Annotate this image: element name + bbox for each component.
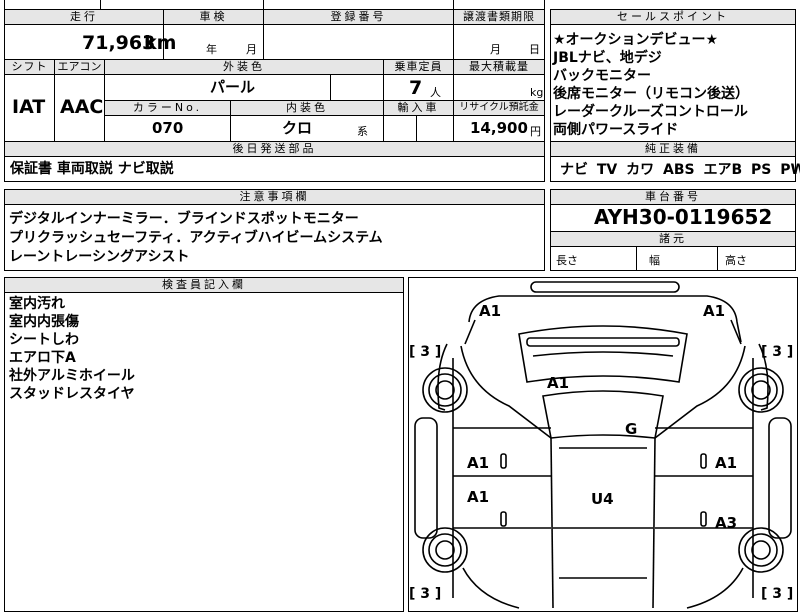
- sales-points-header: セールスポイント: [550, 9, 796, 25]
- transfer-month-unit: 月: [490, 43, 501, 56]
- shift-header: シフト: [4, 59, 55, 75]
- capacity-value: 7: [409, 77, 423, 99]
- capacity-header: 乗車定員: [383, 59, 454, 75]
- inspector-box: 室内汚れ 室内内張傷 シートしわ エアロ下A 社外アルミホイール スタッドレスタ…: [4, 292, 404, 612]
- inspector-line: 室内汚れ: [9, 296, 65, 312]
- interior-color-suffix: 系: [357, 125, 368, 138]
- aircon-header: エアコン: [54, 59, 105, 75]
- mark-front-left: A1: [479, 302, 501, 320]
- mark-left-front-door: A1: [467, 454, 489, 472]
- mark-right-front-door: A1: [715, 454, 737, 472]
- inspector-line: シートしわ: [9, 332, 79, 348]
- exterior-color-header: 外装色: [104, 59, 384, 75]
- interior-color-value: クロ: [282, 119, 313, 137]
- sales-point-line: バックモニター: [553, 68, 651, 84]
- note-line: レーントレーシングアシスト: [9, 249, 190, 265]
- aircon-value: AAC: [60, 96, 104, 118]
- mark-hood: A1: [547, 374, 569, 392]
- mileage-header: 走行: [4, 9, 164, 25]
- max-load-unit: kg: [530, 86, 544, 99]
- note-line: プリクラッシュセーフティ．アクティブハイビームシステム: [9, 230, 383, 246]
- specs-width-label: 幅: [649, 254, 660, 267]
- inspection-month-unit: 月: [246, 43, 257, 56]
- sales-points-box: ★オークションデビュー★ JBLナビ、地デジ バックモニター 後席モニター（リモ…: [550, 24, 796, 142]
- chassis-header: 車台番号: [550, 189, 796, 205]
- specs-box: [550, 246, 796, 271]
- equipment-header: 純正装備: [550, 141, 796, 157]
- color-no-header: カラーNo.: [104, 100, 231, 116]
- inspector-header: 検査員記入欄: [4, 277, 404, 293]
- inspector-line: エアロ下A: [9, 350, 76, 366]
- specs-height-label: 高さ: [725, 254, 747, 267]
- sales-point-line: レーダークルーズコントロール: [553, 104, 748, 120]
- notes-box: デジタルインナーミラー．ブラインドスポットモニター プリクラッシュセーフティ．ア…: [4, 204, 545, 271]
- sales-point-line: 後席モニター（リモコン後送）: [553, 86, 749, 102]
- top-sliver-row: [4, 0, 545, 10]
- mark-glass: G: [625, 420, 637, 438]
- sales-point-line: ★オークションデビュー★: [553, 32, 719, 48]
- inspection-header: 車検: [163, 9, 264, 25]
- mark-left-rear-door: A1: [467, 488, 489, 506]
- inspector-line: 社外アルミホイール: [9, 368, 135, 384]
- exterior-color-value: パール: [210, 78, 256, 96]
- tire-mark-front-right: [ 3 ]: [761, 344, 793, 360]
- notes-header: 注意事項欄: [4, 189, 545, 205]
- shift-value: IAT: [12, 96, 46, 118]
- transfer-day-unit: 日: [529, 43, 540, 56]
- transfer-header: 譲渡書類期限: [453, 9, 545, 25]
- car-diagram-box: A1 A1 A1 G A1 A1 A1 A3 U4 [ 3 ] [ 3 ] [ …: [408, 277, 798, 612]
- inspector-line: 室内内張傷: [9, 314, 79, 330]
- later-parts-value: 保証書 車両取説 ナビ取説: [10, 161, 174, 177]
- sales-point-line: 両側パワースライド: [553, 122, 679, 138]
- car-diagram: A1 A1 A1 G A1 A1 A1 A3 U4 [ 3 ] [ 3 ] [ …: [409, 281, 793, 609]
- specs-header: 諸元: [550, 231, 796, 247]
- mileage-unit: km: [144, 32, 177, 54]
- max-load-header: 最大積載量: [453, 59, 545, 75]
- later-parts-header: 後日発送部品: [4, 141, 545, 157]
- import-header: 輸入車: [383, 100, 454, 116]
- mark-right-rear-door: A3: [715, 514, 737, 532]
- specs-length-label: 長さ: [556, 254, 578, 267]
- inspector-line: スタッドレスタイヤ: [9, 386, 135, 402]
- mark-front-right: A1: [703, 302, 725, 320]
- inspection-year-unit: 年: [206, 43, 217, 56]
- sales-point-line: JBLナビ、地デジ: [553, 50, 662, 66]
- color-no-value: 070: [152, 119, 184, 137]
- recycle-unit: 円: [530, 125, 541, 138]
- interior-color-header: 内装色: [230, 100, 384, 116]
- tire-mark-front-left: [ 3 ]: [409, 344, 441, 360]
- registration-header: 登録番号: [263, 9, 454, 25]
- chassis-value: AYH30-0119652: [594, 205, 773, 229]
- capacity-unit: 人: [430, 86, 441, 99]
- recycle-value: 14,900: [470, 119, 528, 137]
- equipment-value: ナビ TV カワ ABS エアB PS PW: [560, 162, 800, 178]
- recycle-header: リサイクル預託金: [453, 100, 545, 116]
- note-line: デジタルインナーミラー．ブラインドスポットモニター: [9, 211, 359, 227]
- mark-roof: U4: [591, 490, 614, 508]
